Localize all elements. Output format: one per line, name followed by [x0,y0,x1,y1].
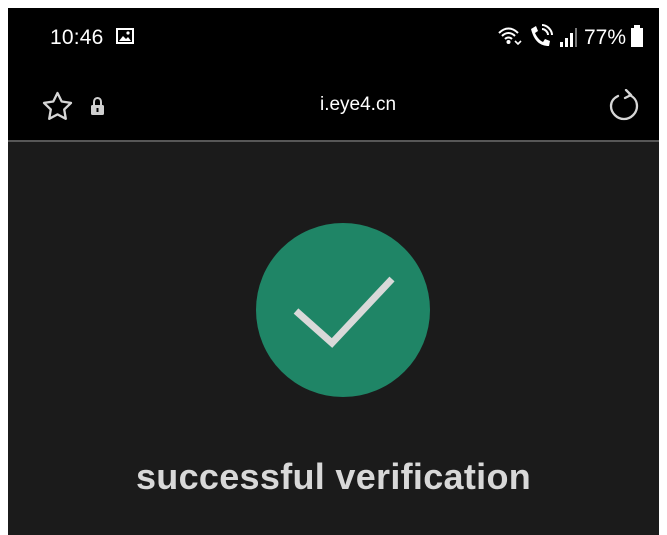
refresh-icon[interactable] [609,88,639,121]
wifi-calling-icon [527,23,554,53]
status-icons: 77% [495,23,643,53]
checkmark-icon [288,259,398,355]
wifi-icon [495,24,522,53]
star-icon[interactable] [42,91,73,121]
verification-message: successful verification [135,456,532,497]
battery-percent: 77% [583,26,626,49]
verification-page: successful verification [8,142,659,535]
lock-icon [90,96,105,116]
browser-address-bar: i.eye4.cn [8,66,659,142]
success-circle [256,223,430,397]
phone-screen: 10:46 77% i.eye4.cn successful verificat… [8,8,659,535]
status-time: 10:46 [50,26,104,49]
gallery-icon [116,28,134,44]
signal-icon [559,24,579,53]
url-text[interactable]: i.eye4.cn [268,94,448,116]
battery-icon [631,24,643,53]
status-bar: 10:46 77% [8,8,659,66]
